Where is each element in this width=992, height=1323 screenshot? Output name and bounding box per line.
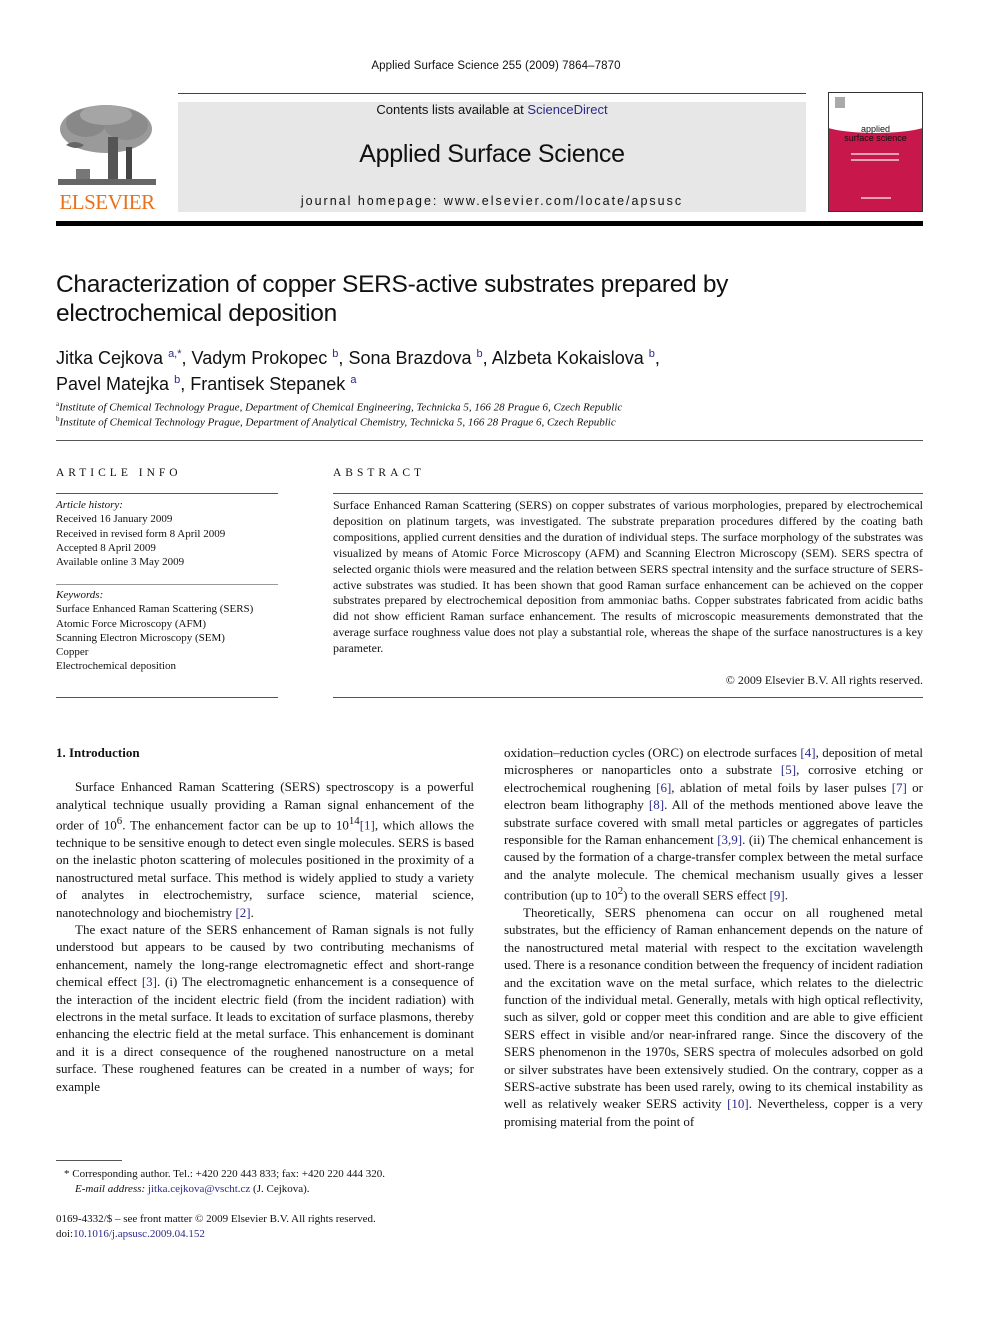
- citation-link[interactable]: [3,9]: [717, 832, 742, 847]
- cover-title: applied surface science: [844, 124, 907, 143]
- history-item: Available online 3 May 2009: [56, 556, 185, 569]
- keyword: Atomic Force Microscopy (AFM): [56, 617, 207, 630]
- running-head: Applied Surface Science 255 (2009) 7864–…: [371, 60, 621, 72]
- paragraph: oxidation–reduction cycles (ORC) on elec…: [504, 745, 923, 903]
- contents-line: Contents lists available at ScienceDirec…: [178, 102, 806, 118]
- divider: [56, 440, 923, 441]
- keyword: Copper: [56, 646, 89, 659]
- divider: [56, 493, 278, 494]
- sciencedirect-link[interactable]: ScienceDirect: [527, 102, 607, 117]
- citation-link[interactable]: [10]: [727, 1096, 749, 1111]
- elsevier-logo[interactable]: ELSEVIER: [56, 103, 158, 213]
- abstract-copyright: © 2009 Elsevier B.V. All rights reserved…: [725, 673, 923, 687]
- divider: [333, 493, 923, 494]
- divider: [56, 697, 278, 698]
- citation-link[interactable]: [5]: [781, 762, 796, 777]
- history-item: Received 16 January 2009: [56, 513, 173, 526]
- history-item: Received in revised form 8 April 2009: [56, 527, 226, 540]
- citation-link[interactable]: [8]: [649, 797, 664, 812]
- affiliation-b: bInstitute of Chemical Technology Prague…: [56, 415, 616, 429]
- author[interactable]: Jitka Cejkova a,*: [56, 348, 182, 368]
- journal-cover-thumbnail[interactable]: applied surface science: [828, 92, 923, 212]
- issn-line: 0169-4332/$ – see front matter © 2009 El…: [56, 1213, 376, 1225]
- citation-link[interactable]: [2]: [235, 905, 250, 920]
- author[interactable]: Vadym Prokopec b: [192, 348, 339, 368]
- keyword: Scanning Electron Microscopy (SEM): [56, 631, 225, 644]
- corresponding-author-note: * Corresponding author. Tel.: +420 220 4…: [64, 1168, 385, 1180]
- abstract-heading: ABSTRACT: [333, 467, 426, 479]
- paragraph: Surface Enhanced Raman Scattering (SERS)…: [56, 779, 474, 920]
- contents-prefix: Contents lists available at: [376, 102, 528, 117]
- elsevier-wordmark: ELSEVIER: [59, 190, 155, 214]
- keyword: Surface Enhanced Raman Scattering (SERS): [56, 603, 254, 616]
- citation-link[interactable]: [3]: [142, 974, 157, 989]
- footnote-rule: [56, 1160, 122, 1161]
- body-left-column: 1. Introduction Surface Enhanced Raman S…: [56, 744, 474, 1095]
- citation-link[interactable]: [6]: [656, 780, 671, 795]
- author[interactable]: Alzbeta Kokaislova b: [492, 348, 655, 368]
- email-link[interactable]: jitka.cejkova@vscht.cz: [148, 1183, 250, 1195]
- article-title: Characterization of copper SERS-active s…: [56, 271, 729, 327]
- body-right-column: oxidation–reduction cycles (ORC) on elec…: [504, 744, 923, 1130]
- doi-line: doi:10.1016/j.apsusc.2009.04.152: [56, 1228, 205, 1240]
- elsevier-tree-icon: [58, 105, 156, 185]
- paragraph: Theoretically, SERS phenomena can occur …: [504, 904, 923, 1129]
- journal-homepage-link[interactable]: journal homepage: www.elsevier.com/locat…: [178, 194, 806, 208]
- history-item: Accepted 8 April 2009: [56, 541, 156, 554]
- author[interactable]: Frantisek Stepanek a: [190, 374, 356, 394]
- citation-link[interactable]: [9]: [770, 888, 785, 903]
- paragraph: The exact nature of the SERS enhancement…: [56, 921, 474, 1094]
- divider: [333, 697, 923, 698]
- author[interactable]: Pavel Matejka b: [56, 374, 180, 394]
- doi-link[interactable]: 10.1016/j.apsusc.2009.04.152: [73, 1228, 205, 1240]
- article-history: Article history: Received 16 January 200…: [56, 498, 278, 569]
- cover-mini-logo: [835, 97, 845, 108]
- journal-name: Applied Surface Science: [359, 140, 625, 168]
- keywords: Keywords: Surface Enhanced Raman Scatter…: [56, 588, 278, 674]
- citation-link[interactable]: [1]: [360, 818, 375, 833]
- journal-banner: Contents lists available at ScienceDirec…: [178, 102, 806, 212]
- section-heading: 1. Introduction: [56, 745, 140, 760]
- citation-link[interactable]: [7]: [892, 780, 907, 795]
- header-thick-rule: [56, 221, 923, 226]
- author[interactable]: Sona Brazdova b: [348, 348, 482, 368]
- header-top-rule: [178, 93, 806, 94]
- abstract-text: Surface Enhanced Raman Scattering (SERS)…: [333, 498, 923, 656]
- article-info-heading: ARTICLE INFO: [56, 467, 182, 479]
- divider: [56, 584, 278, 585]
- author-list: Jitka Cejkova a,*, Vadym Prokopec b, Son…: [56, 348, 660, 394]
- citation-link[interactable]: [4]: [800, 745, 815, 760]
- email-note: E-mail address: jitka.cejkova@vscht.cz (…: [75, 1183, 310, 1195]
- keyword: Electrochemical deposition: [56, 660, 177, 673]
